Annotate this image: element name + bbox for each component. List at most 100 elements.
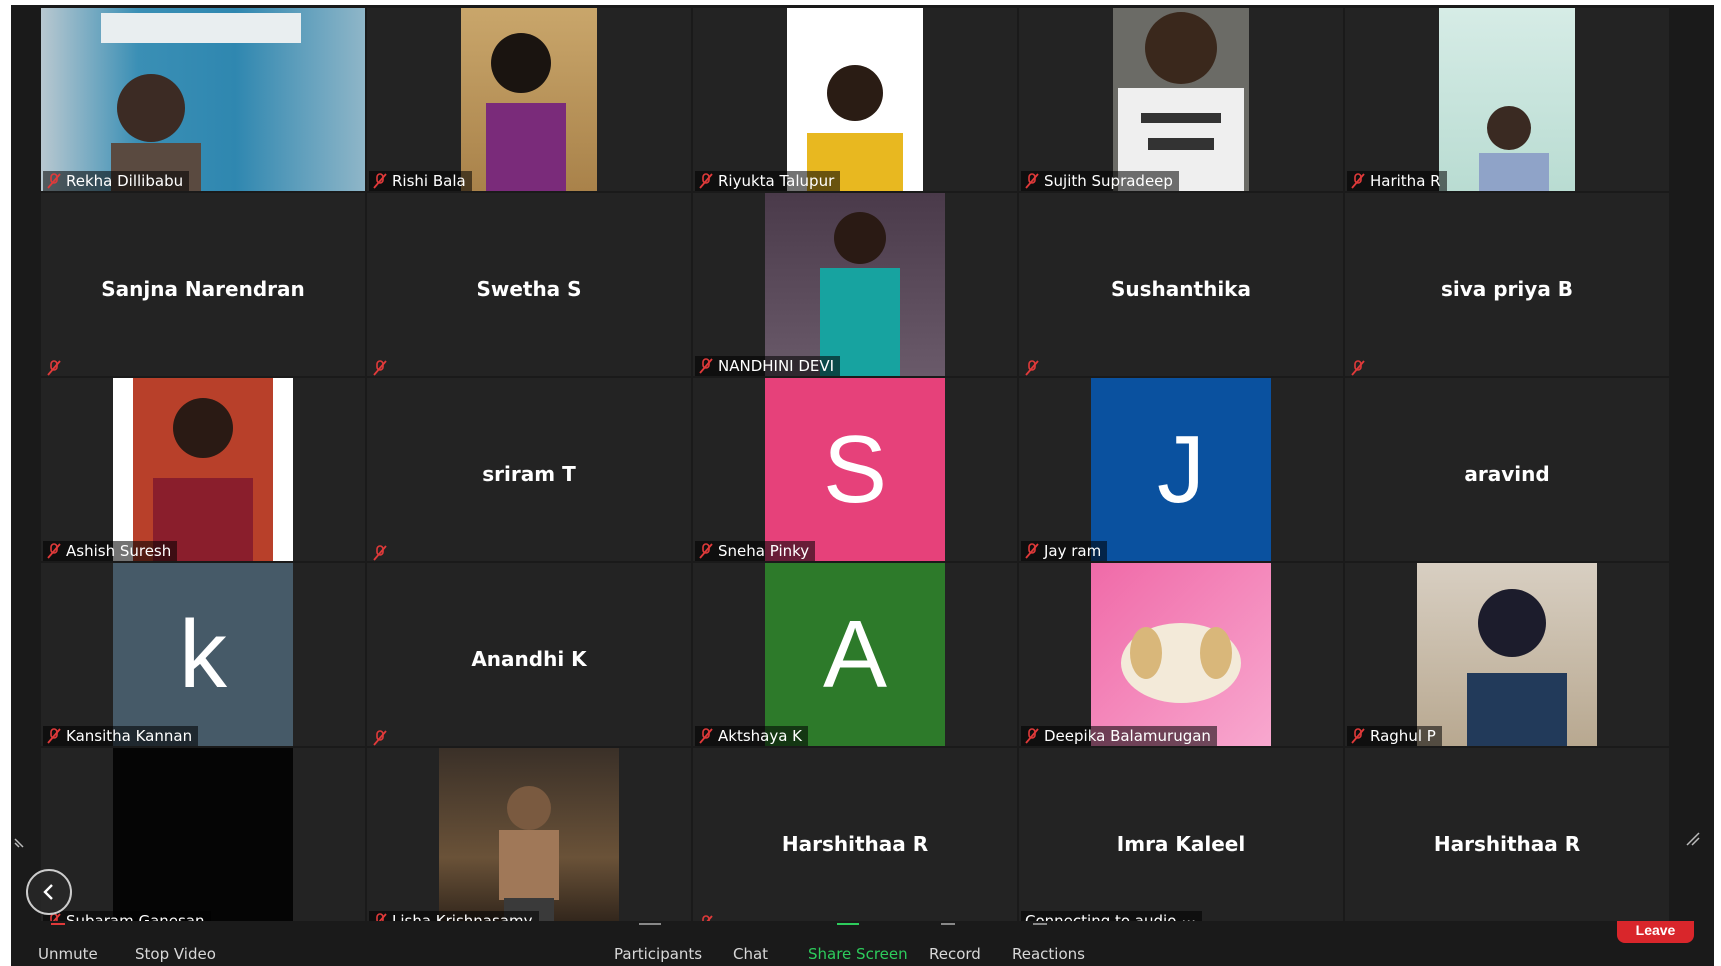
mic-muted-icon bbox=[373, 545, 387, 561]
participant-tile[interactable]: Anandhi K bbox=[367, 563, 691, 746]
mic-muted-icon bbox=[1025, 173, 1039, 189]
mic-muted-icon bbox=[1025, 728, 1039, 744]
participant-name-tag bbox=[369, 360, 393, 376]
participant-tile[interactable]: Haritha R bbox=[1345, 8, 1669, 191]
mic-muted-icon bbox=[373, 360, 387, 376]
chat-button[interactable]: Chat bbox=[733, 945, 768, 963]
participant-tile[interactable]: Harshithaa R bbox=[1345, 748, 1669, 931]
person-silhouette-icon bbox=[486, 33, 566, 191]
participant-name: NANDHINI DEVI bbox=[718, 357, 835, 375]
mic-muted-icon bbox=[699, 358, 713, 374]
avatar-letter: S bbox=[822, 415, 888, 523]
participants-button[interactable]: Participants bbox=[614, 945, 702, 963]
mic-muted-icon bbox=[47, 543, 61, 559]
participant-tile[interactable]: A Aktshaya K bbox=[693, 563, 1017, 746]
participant-tile[interactable]: Deepika Balamurugan bbox=[1019, 563, 1343, 746]
participant-tile[interactable]: Sanjna Narendran bbox=[41, 193, 365, 376]
participant-tile[interactable]: Imra Kaleel Connecting to audio ⋯ bbox=[1019, 748, 1343, 931]
participant-video bbox=[1091, 563, 1271, 746]
participant-video bbox=[1417, 563, 1597, 746]
participant-video bbox=[461, 8, 597, 191]
participant-tile[interactable]: Sujith Supradeep bbox=[1019, 8, 1343, 191]
participant-name: Rishi Bala bbox=[392, 172, 466, 190]
participant-center-name: Swetha S bbox=[476, 277, 582, 301]
participant-name: Rekha Dillibabu bbox=[66, 172, 184, 190]
person-silhouette-icon bbox=[1467, 589, 1567, 746]
participant-tile[interactable]: Riyukta Talupur bbox=[693, 8, 1017, 191]
participant-center-name: aravind bbox=[1464, 462, 1550, 486]
avatar-letter: J bbox=[1157, 415, 1205, 523]
participant-name: Kansitha Kannan bbox=[66, 727, 193, 745]
participant-video bbox=[765, 193, 945, 376]
share-screen-button[interactable]: Share Screen bbox=[808, 945, 908, 963]
participant-name-tag: Aktshaya K bbox=[695, 726, 809, 746]
participant-tile[interactable]: Sushanthika bbox=[1019, 193, 1343, 376]
mic-muted-icon bbox=[47, 728, 61, 744]
participant-name-tag: Rekha Dillibabu bbox=[43, 171, 190, 191]
participant-avatar: J bbox=[1091, 378, 1271, 561]
participant-tile[interactable]: Raghul P bbox=[1345, 563, 1669, 746]
participant-video bbox=[1439, 8, 1575, 191]
mic-muted-icon bbox=[699, 728, 713, 744]
participant-name: Deepika Balamurugan bbox=[1044, 727, 1211, 745]
mic-muted-icon bbox=[47, 173, 61, 189]
participant-name-tag bbox=[369, 730, 393, 746]
stop-video-button[interactable]: Stop Video bbox=[135, 945, 216, 963]
person-silhouette-icon bbox=[1479, 106, 1549, 191]
mic-muted-icon bbox=[1025, 360, 1039, 376]
participant-video bbox=[41, 8, 365, 191]
resize-icon[interactable] bbox=[13, 831, 31, 849]
participant-video bbox=[113, 748, 293, 931]
record-icon bbox=[941, 923, 955, 931]
previous-page-button[interactable] bbox=[26, 869, 72, 915]
participant-name-tag: Haritha R bbox=[1347, 171, 1447, 191]
participant-tile[interactable]: Rishi Bala bbox=[367, 8, 691, 191]
person-silhouette-icon bbox=[807, 65, 903, 191]
record-button[interactable]: Record bbox=[929, 945, 981, 963]
participant-tile[interactable]: Rekha Dillibabu bbox=[41, 8, 365, 191]
participant-name-tag: Riyukta Talupur bbox=[695, 171, 841, 191]
participant-name-tag: Raghul P bbox=[1347, 726, 1442, 746]
participant-tile[interactable]: Swetha S bbox=[367, 193, 691, 376]
participant-tile[interactable]: S Sneha Pinky bbox=[693, 378, 1017, 561]
participants-icon bbox=[639, 923, 661, 931]
mic-muted-icon bbox=[1025, 543, 1039, 559]
mic-muted-icon bbox=[373, 173, 387, 189]
participant-center-name: siva priya B bbox=[1440, 277, 1574, 301]
participant-name-tag: Rishi Bala bbox=[369, 171, 472, 191]
poster-image-icon bbox=[499, 786, 559, 931]
participant-tile[interactable]: aravind bbox=[1345, 378, 1669, 561]
participant-avatar: k bbox=[113, 563, 293, 746]
participant-tile[interactable]: k Kansitha Kannan bbox=[41, 563, 365, 746]
mic-muted-icon bbox=[1351, 173, 1365, 189]
mic-muted-icon bbox=[47, 360, 61, 376]
unmute-button[interactable]: Unmute bbox=[38, 945, 98, 963]
avatar-letter: k bbox=[179, 600, 227, 708]
resize-icon[interactable] bbox=[1683, 831, 1701, 849]
participant-tile[interactable]: Lisha Krishnasamy bbox=[367, 748, 691, 931]
participant-tile[interactable]: sriram T bbox=[367, 378, 691, 561]
participant-tile[interactable]: Ashish Suresh bbox=[41, 378, 365, 561]
participant-name: Sujith Supradeep bbox=[1044, 172, 1173, 190]
participant-tile[interactable]: J Jay ram bbox=[1019, 378, 1343, 561]
participant-video bbox=[1113, 8, 1249, 191]
puppy-image-icon bbox=[1121, 623, 1241, 703]
participant-name-tag: NANDHINI DEVI bbox=[695, 356, 841, 376]
person-silhouette-icon bbox=[101, 13, 301, 191]
meeting-toolbar: Unmute Stop Video Participants Chat Shar… bbox=[11, 921, 1714, 966]
participant-center-name: Harshithaa R bbox=[781, 832, 929, 856]
participant-tile[interactable]: Subaram Ganesan bbox=[41, 748, 365, 931]
participant-name: Ashish Suresh bbox=[66, 542, 172, 560]
participant-name-tag bbox=[43, 360, 67, 376]
participant-name-tag: Jay ram bbox=[1021, 541, 1108, 561]
chevron-left-icon bbox=[43, 884, 53, 900]
leave-button[interactable]: Leave bbox=[1617, 921, 1694, 943]
participant-name-tag bbox=[1021, 360, 1045, 376]
participant-name: Haritha R bbox=[1370, 172, 1441, 190]
participant-tile[interactable]: siva priya B bbox=[1345, 193, 1669, 376]
participant-name-tag: Deepika Balamurugan bbox=[1021, 726, 1217, 746]
reactions-button[interactable]: Reactions bbox=[1012, 945, 1085, 963]
participant-tile[interactable]: Harshithaa R bbox=[693, 748, 1017, 931]
participant-tile[interactable]: NANDHINI DEVI bbox=[693, 193, 1017, 376]
participant-video bbox=[113, 378, 293, 561]
